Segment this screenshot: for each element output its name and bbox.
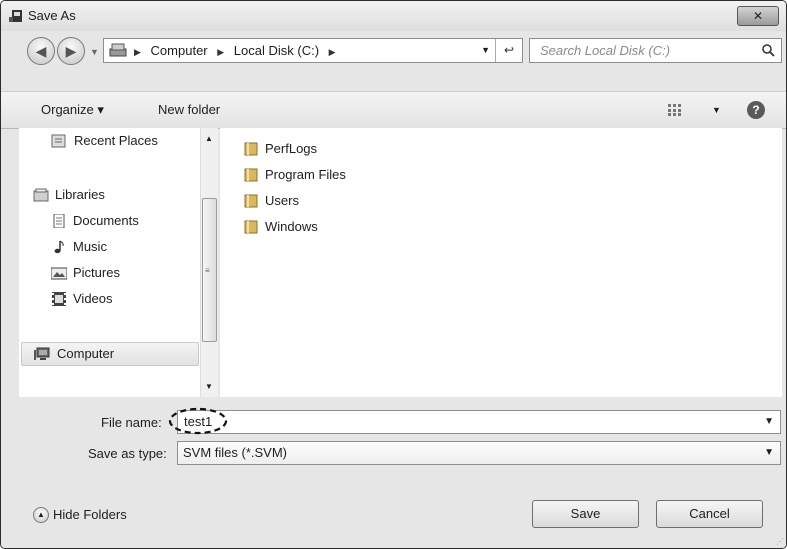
scroll-down-arrow-icon[interactable]: ▼ (205, 382, 213, 391)
file-item-windows[interactable]: Windows (244, 216, 318, 238)
navigation-bar: ◀ ▶ ▼ ▶ Computer ▶ Local Disk (C:) ▶ ▼ ↩… (1, 31, 786, 71)
sidebar-item-music[interactable]: Music (51, 236, 107, 258)
sidebar-item-label: Recent Places (74, 133, 158, 148)
help-icon[interactable]: ? (747, 101, 765, 119)
save-as-type-label: Save as type: (88, 446, 167, 461)
title-bar[interactable]: Save As ✕ (1, 1, 786, 31)
search-icon (762, 44, 775, 57)
hide-folders-label: Hide Folders (53, 507, 127, 522)
libraries-icon (33, 188, 49, 202)
save-as-type-select[interactable]: SVM files (*.SVM) ▼ (177, 441, 781, 465)
breadcrumb-computer[interactable]: Computer (151, 43, 208, 58)
file-item-program-files[interactable]: Program Files (244, 164, 346, 186)
save-as-type-value: SVM files (*.SVM) (183, 445, 288, 460)
hide-folders-button[interactable]: ▲ Hide Folders (33, 505, 127, 525)
videos-icon (52, 292, 66, 306)
folder-icon (244, 194, 258, 208)
window-title: Save As (28, 8, 76, 23)
drive-icon (109, 43, 127, 57)
sidebar-item-libraries[interactable]: Libraries (33, 184, 105, 206)
command-toolbar: Organize ▾ New folder ▼ ? (1, 91, 786, 129)
navigation-pane[interactable]: Recent Places Libraries Documents Music (19, 128, 200, 397)
forward-button[interactable]: ▶ (57, 37, 85, 65)
save-button[interactable]: Save (532, 500, 639, 528)
file-item-perflogs[interactable]: PerfLogs (244, 138, 317, 160)
collapse-up-icon: ▲ (33, 507, 49, 523)
sidebar-item-recent-places[interactable]: Recent Places (51, 130, 158, 152)
sidebar-item-pictures[interactable]: Pictures (51, 262, 120, 284)
folder-icon (244, 220, 258, 234)
file-item-label: Users (265, 193, 299, 208)
cancel-button[interactable]: Cancel (656, 500, 763, 528)
sidebar-item-documents[interactable]: Documents (51, 210, 139, 232)
save-options-panel: File name: test1 ▼ Save as type: SVM fil… (1, 398, 786, 548)
new-folder-button[interactable]: New folder (158, 92, 220, 128)
search-placeholder: Search Local Disk (C:) (540, 43, 671, 58)
address-dropdown-icon[interactable]: ▼ (481, 39, 490, 62)
music-icon (54, 240, 64, 254)
save-as-dialog: Save As ✕ ◀ ▶ ▼ ▶ Computer ▶ Local Disk … (0, 0, 787, 549)
resize-grip-icon[interactable]: ⋰ (776, 537, 784, 546)
file-list-pane[interactable]: PerfLogs Program Files Users Windows (220, 128, 782, 397)
documents-icon (53, 214, 65, 228)
views-dropdown-icon[interactable]: ▼ (712, 92, 721, 128)
file-item-users[interactable]: Users (244, 190, 299, 212)
refresh-button[interactable]: ↩ (495, 39, 522, 62)
file-item-label: Windows (265, 219, 318, 234)
pictures-icon (51, 267, 67, 280)
breadcrumb-separator[interactable]: ▶ (217, 47, 224, 57)
sidebar-item-label: Libraries (55, 187, 105, 202)
computer-icon (34, 347, 50, 360)
file-item-label: PerfLogs (265, 141, 318, 156)
sidebar-item-videos[interactable]: Videos (51, 288, 113, 310)
forward-arrow-icon: ▶ (65, 43, 77, 59)
sidebar-item-label: Pictures (73, 265, 120, 280)
breadcrumb-separator[interactable]: ▶ (134, 47, 141, 57)
highlight-ellipse (168, 407, 228, 435)
search-box[interactable]: Search Local Disk (C:) (529, 38, 782, 63)
breadcrumb-separator[interactable]: ▶ (329, 47, 336, 57)
views-icon[interactable] (668, 104, 682, 116)
sidebar-item-computer[interactable]: Computer (21, 342, 199, 366)
file-item-label: Program Files (265, 167, 346, 182)
file-name-label: File name: (101, 415, 162, 430)
breadcrumb-local-disk[interactable]: Local Disk (C:) (234, 43, 319, 58)
app-icon (9, 10, 22, 22)
sidebar-item-label: Documents (73, 213, 139, 228)
sidebar-item-label: Music (73, 239, 107, 254)
address-bar[interactable]: ▶ Computer ▶ Local Disk (C:) ▶ ▼ ↩ (103, 38, 523, 63)
recent-locations-dropdown[interactable]: ▼ (90, 47, 99, 57)
folder-icon (244, 142, 258, 156)
sidebar-item-label: Computer (57, 346, 115, 361)
scroll-up-arrow-icon[interactable]: ▲ (205, 134, 213, 143)
scrollbar-grip-icon: ≡ (205, 266, 210, 275)
file-name-input[interactable]: test1 ▼ (177, 410, 781, 434)
recent-places-icon (51, 134, 66, 148)
folder-icon (244, 168, 258, 182)
file-name-dropdown-icon[interactable]: ▼ (764, 411, 774, 433)
back-arrow-icon: ◀ (35, 43, 47, 59)
sidebar-item-label: Videos (73, 291, 113, 306)
organize-button[interactable]: Organize ▾ (41, 92, 104, 128)
back-button[interactable]: ◀ (27, 37, 55, 65)
navigation-pane-scrollbar[interactable]: ▲ ≡ ▼ (200, 128, 218, 397)
close-button[interactable]: ✕ (737, 6, 779, 26)
save-as-type-dropdown-icon[interactable]: ▼ (764, 442, 774, 464)
